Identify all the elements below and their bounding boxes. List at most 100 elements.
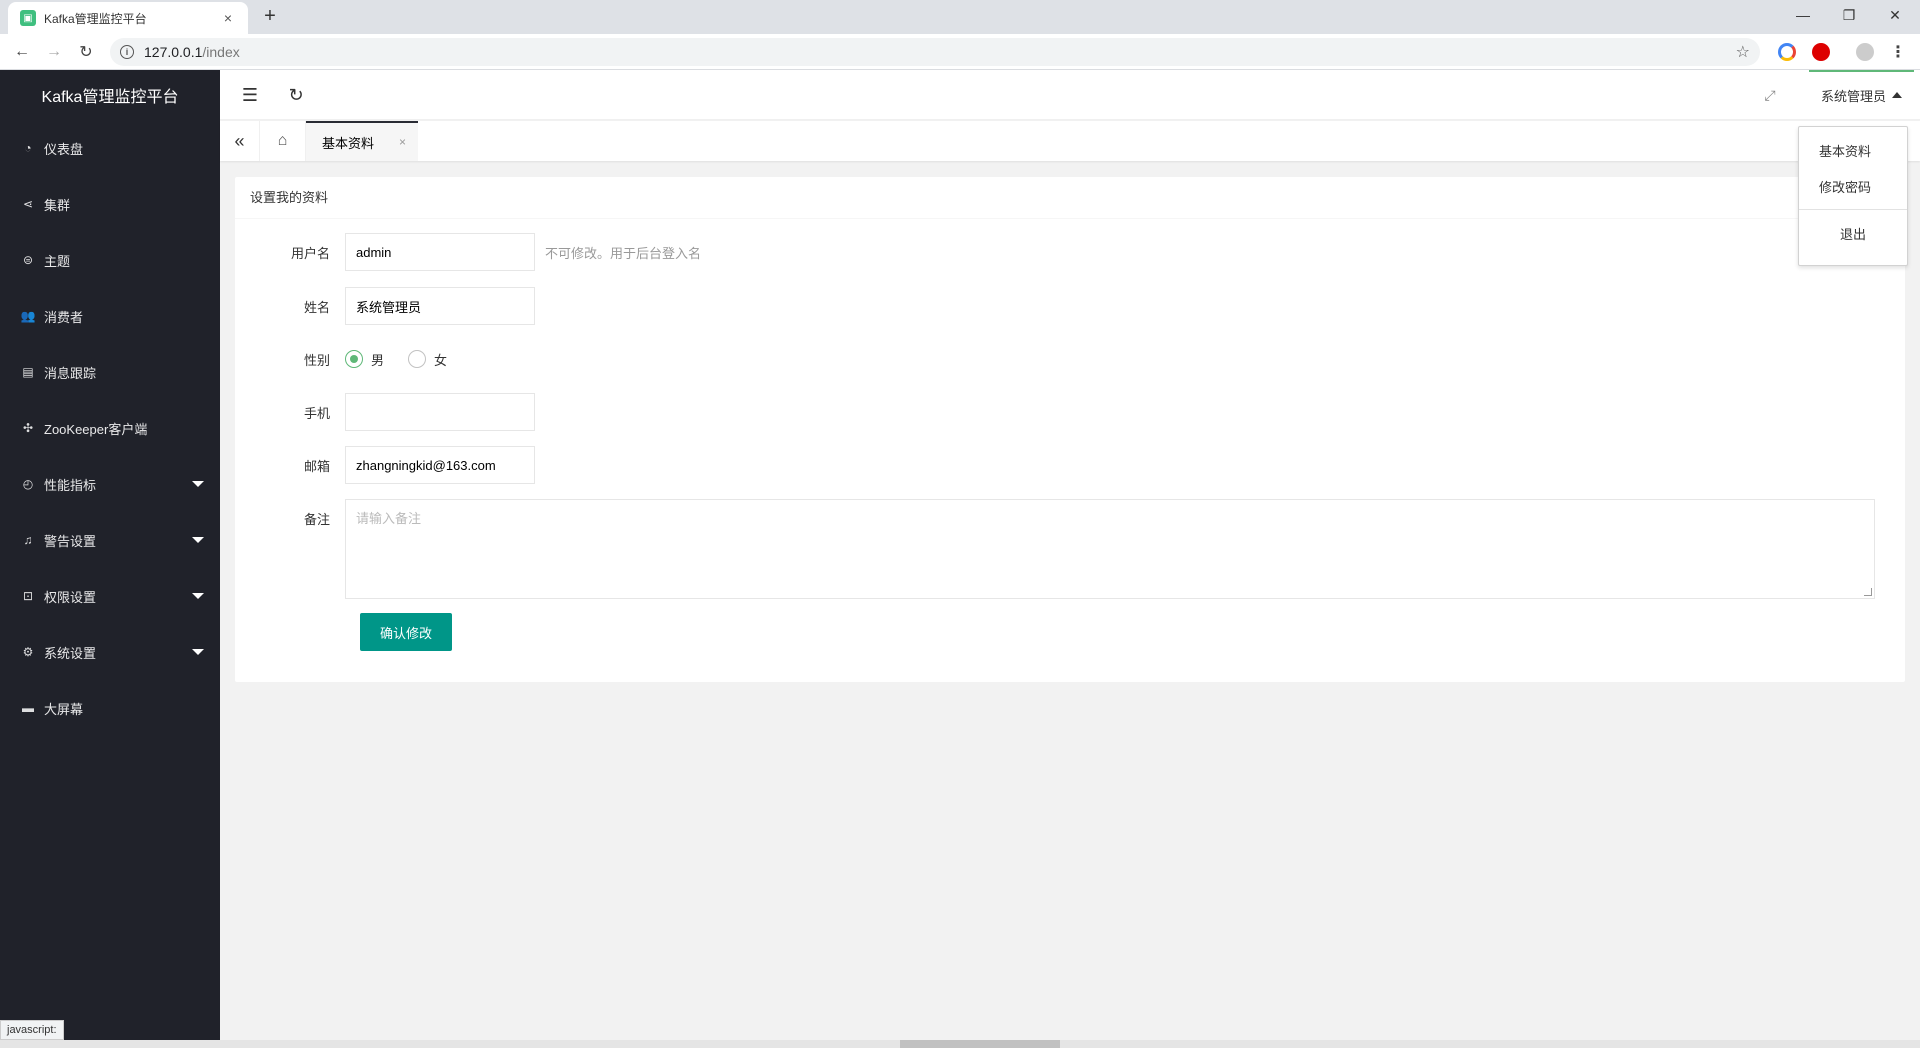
radio-checked-icon [345, 350, 363, 368]
file-icon: ▤ [22, 365, 34, 379]
resize-grip-icon[interactable] [1864, 588, 1872, 596]
browser-tab[interactable]: ▣ Kafka管理监控平台 × [8, 2, 248, 34]
topic-icon: ⊜ [22, 253, 34, 267]
opera-extension-icon[interactable] [1812, 43, 1830, 61]
fullscreen-icon[interactable]: ⤢ [1758, 83, 1782, 107]
sidebar-item[interactable]: 👥 消费者 [0, 288, 220, 344]
sidebar-menu: ◔ 仪表盘 ⋖ 集群 ⊜ 主题 👥 消费者 ▤ 消息跟踪 ✣ ZooKeeper客户端 ◴ 性能指标 ♫ 警告… [0, 120, 220, 736]
user-name: 系统管理员 [1820, 88, 1886, 104]
gender-female-label: 女 [434, 352, 448, 368]
browser-toolbar: ← → ↻ i 127.0.0.1/index ☆ ⋮ [0, 34, 1920, 70]
sidebar-item[interactable]: ◴ 性能指标 [0, 456, 220, 512]
bookmark-star-icon[interactable]: ☆ [1736, 42, 1750, 62]
caret-down-icon [192, 537, 204, 543]
gauge-icon: ◴ [22, 477, 34, 491]
remark-label: 备注 [303, 512, 330, 527]
name-label: 姓名 [303, 299, 330, 315]
gender-label: 性别 [303, 352, 330, 368]
phone-label: 手机 [303, 405, 330, 421]
phone-field[interactable] [345, 393, 535, 431]
email-label: 邮箱 [303, 458, 330, 474]
chrome-extension-icon[interactable] [1778, 43, 1796, 61]
scrollbar-thumb[interactable] [900, 1040, 1060, 1048]
back-button[interactable]: ← [10, 40, 34, 64]
sidebar-item-label: 集群 [44, 197, 71, 213]
lock-icon: ⊡ [22, 589, 34, 603]
name-field[interactable]: 系统管理员 [345, 287, 535, 325]
home-tab-icon[interactable]: ⌂ [260, 121, 306, 161]
remark-placeholder: 请输入备注 [356, 511, 422, 526]
submit-row: 确认修改 [360, 613, 452, 651]
close-window-button[interactable]: ✕ [1872, 0, 1918, 30]
new-tab-button[interactable]: + [258, 4, 282, 28]
dropdown-basic-info[interactable]: 基本资料 [1799, 132, 1907, 168]
remark-row: 备注 请输入备注 [235, 499, 1875, 599]
sidebar-item[interactable]: ▬ 大屏幕 [0, 680, 220, 736]
tab-basic-info[interactable]: 基本资料 × [306, 121, 418, 161]
gender-male-radio[interactable]: 男 [345, 350, 384, 369]
screen-icon: ▬ [22, 701, 34, 715]
sidebar-item-label: 警告设置 [44, 533, 97, 549]
cluster-icon: ✣ [22, 421, 34, 435]
tab-close-icon[interactable]: × [220, 10, 236, 26]
sidebar-item[interactable]: ⋖ 集群 [0, 176, 220, 232]
sidebar-item[interactable]: ♫ 警告设置 [0, 512, 220, 568]
browser-tabstrip: ▣ Kafka管理监控平台 × + — ❐ ✕ [0, 0, 1920, 34]
page-tabs-bar: « ⌂ 基本资料 × [220, 121, 1920, 161]
user-menu[interactable]: 系统管理员 [1808, 70, 1914, 120]
caret-down-icon [192, 481, 204, 487]
maximize-button[interactable]: ❐ [1826, 0, 1872, 30]
tab-label: 基本资料 [322, 135, 375, 151]
dropdown-divider [1799, 209, 1907, 210]
sidebar-item[interactable]: ▤ 消息跟踪 [0, 344, 220, 400]
browser-menu-icon[interactable]: ⋮ [1886, 40, 1910, 64]
site-info-icon[interactable]: i [120, 45, 134, 59]
profile-avatar-icon[interactable] [1856, 43, 1874, 61]
dashboard-icon: ◔ [24, 141, 32, 155]
user-menu-indicator [1808, 70, 1914, 72]
sidebar-item[interactable]: ◔ 仪表盘 [0, 120, 220, 176]
username-label: 用户名 [290, 245, 330, 261]
sidebar-item[interactable]: ⊜ 主题 [0, 232, 220, 288]
sidebar-item-label: 性能指标 [44, 477, 97, 493]
radio-unchecked-icon [408, 350, 427, 368]
minimize-button[interactable]: — [1780, 0, 1826, 30]
horizontal-scrollbar[interactable] [0, 1040, 1920, 1048]
top-header: ☰ ↻ ⤢ 系统管理员 [220, 70, 1920, 120]
username-row: 用户名 admin 不可修改。用于后台登入名 [235, 233, 701, 271]
status-bubble: javascript: [0, 1020, 64, 1040]
forward-button[interactable]: → [42, 40, 66, 64]
sidebar-item-label: 仪表盘 [44, 141, 84, 157]
dropdown-change-password[interactable]: 修改密码 [1799, 168, 1907, 204]
dropdown-logout[interactable]: 退出 [1799, 215, 1907, 251]
site-favicon-icon: ▣ [20, 10, 36, 26]
app-logo: Kafka管理监控平台 [41, 89, 179, 106]
url-text: 127.0.0.1/index [144, 44, 240, 60]
sidebar: Kafka管理监控平台 ◔ 仪表盘 ⋖ 集群 ⊜ 主题 👥 消费者 ▤ 消息跟踪 ✣ ZooKeepe… [0, 70, 220, 1048]
sidebar-item-label: 系统设置 [44, 645, 97, 661]
remark-textarea[interactable]: 请输入备注 [345, 499, 1875, 599]
confirm-edit-button[interactable]: 确认修改 [360, 613, 452, 651]
reload-button[interactable]: ↻ [74, 40, 98, 64]
share-icon: ⋖ [22, 197, 34, 211]
browser-tab-title: Kafka管理监控平台 [44, 11, 147, 26]
tab-close-icon[interactable]: × [399, 135, 406, 149]
sidebar-item-label: 消费者 [44, 309, 84, 325]
sidebar-item[interactable]: ✣ ZooKeeper客户端 [0, 400, 220, 456]
caret-down-icon [192, 649, 204, 655]
sidebar-item-label: 主题 [44, 253, 71, 269]
gender-female-radio[interactable]: 女 [408, 350, 447, 369]
address-bar[interactable]: i 127.0.0.1/index ☆ [110, 38, 1760, 66]
bell-icon: ♫ [23, 533, 33, 547]
menu-toggle-icon[interactable]: ☰ [238, 83, 262, 107]
sidebar-item-label: 大屏幕 [44, 701, 84, 717]
refresh-icon[interactable]: ↻ [284, 83, 308, 107]
username-field[interactable]: admin [345, 233, 535, 271]
tabs-prev-icon[interactable]: « [220, 121, 260, 161]
caret-down-icon [192, 593, 204, 599]
sidebar-item[interactable]: ⚙ 系统设置 [0, 624, 220, 680]
users-icon: 👥 [20, 309, 36, 323]
card-title: 设置我的资料 [235, 177, 1905, 219]
email-field[interactable]: zhangningkid@163.com [345, 446, 535, 484]
sidebar-item[interactable]: ⊡ 权限设置 [0, 568, 220, 624]
